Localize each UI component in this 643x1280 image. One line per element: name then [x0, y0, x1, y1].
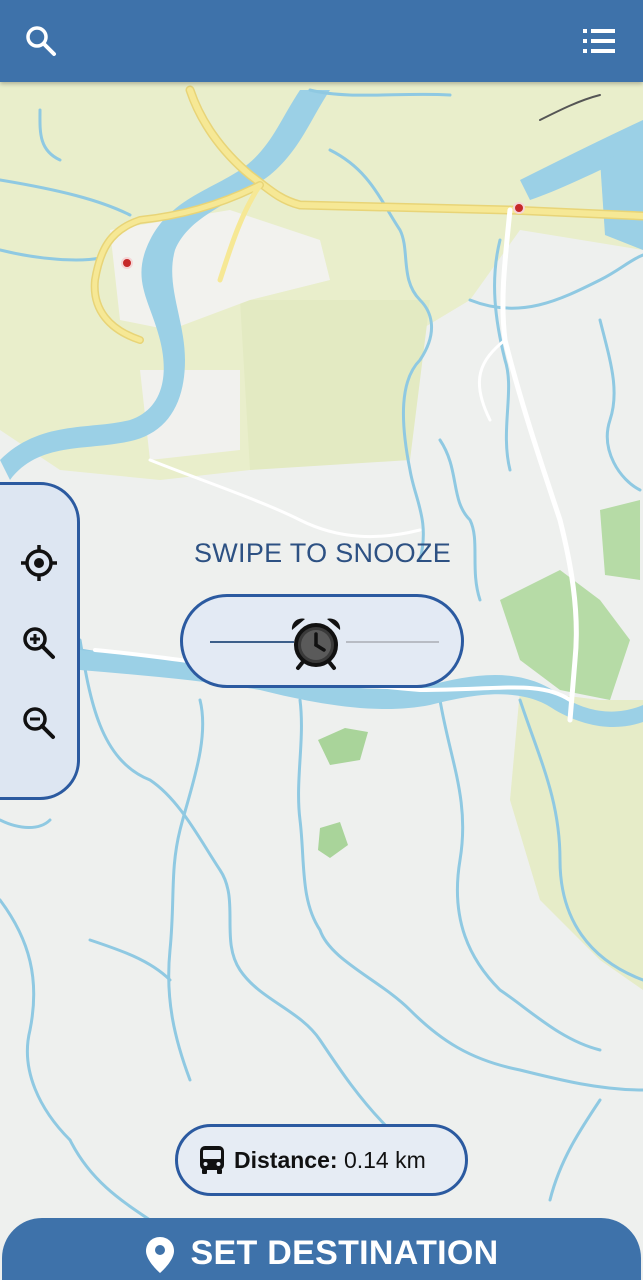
distance-value: 0.14 km [343, 1146, 426, 1173]
menu-button[interactable] [576, 18, 622, 64]
zoom-in-button[interactable] [17, 621, 61, 665]
locate-button[interactable] [17, 541, 61, 585]
location-pin-icon [145, 1237, 174, 1273]
list-menu-icon [583, 29, 615, 53]
zoom-out-button[interactable] [17, 701, 61, 745]
set-destination-label: SET DESTINATION [190, 1234, 499, 1272]
bus-icon [200, 1146, 224, 1174]
map-marker[interactable] [121, 257, 133, 269]
zoom-in-icon [23, 627, 55, 659]
distance-text: Distance: 0.14 km [234, 1147, 426, 1174]
map-marker[interactable] [513, 202, 525, 214]
zoom-out-icon [23, 707, 55, 739]
set-destination-button[interactable]: SET DESTINATION [2, 1218, 641, 1280]
slider-track-filled [210, 641, 294, 643]
snooze-slider-handle[interactable] [287, 614, 345, 672]
distance-indicator: Distance: 0.14 km [175, 1124, 468, 1196]
map-controls-panel [0, 482, 80, 800]
top-app-bar [0, 0, 643, 82]
map-lake [600, 150, 643, 250]
map-park [600, 500, 640, 580]
slider-track-empty [346, 641, 439, 643]
snooze-slider[interactable] [180, 594, 464, 688]
search-icon [26, 26, 56, 56]
distance-label: Distance: [234, 1146, 338, 1173]
snooze-label: SWIPE TO SNOOZE [193, 538, 452, 568]
map-land-area [240, 300, 430, 470]
alarm-clock-icon [291, 618, 341, 670]
crosshair-icon [21, 545, 57, 581]
search-button[interactable] [18, 18, 64, 64]
